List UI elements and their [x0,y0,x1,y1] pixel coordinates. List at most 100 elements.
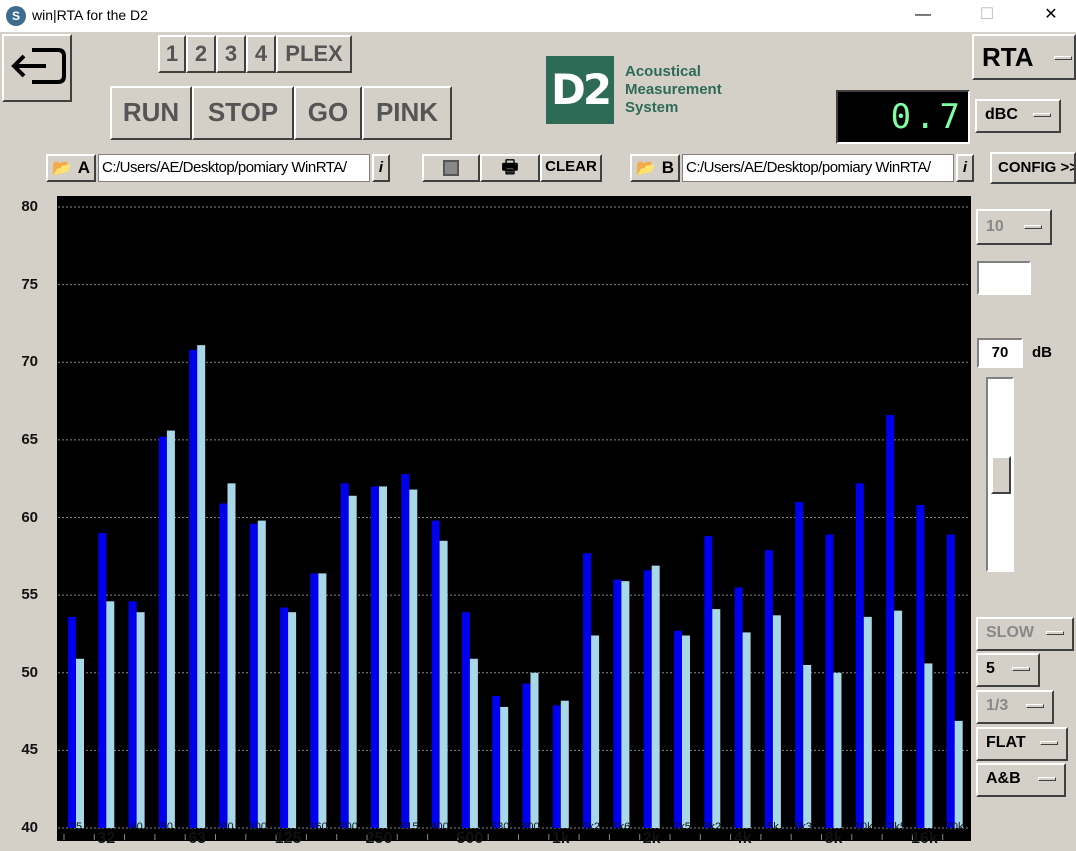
weighting-label: dBC [985,106,1018,123]
logo-line-1: Acoustical [625,63,701,80]
bar-b-250 [379,486,387,828]
bar-a-50 [158,436,167,828]
dropdown-icon [1024,225,1042,229]
bar-b-2k [651,565,660,828]
bar-b-1k [560,700,569,828]
speed-select[interactable]: SLOW [976,617,1074,651]
ref-level-input[interactable]: 70 [977,338,1023,368]
bar-b-200 [348,495,357,828]
bar-b-63 [197,345,206,828]
level-readout: 0.7 [836,90,970,144]
ref-level-unit: dB [1032,344,1052,361]
plex-button[interactable]: PLEX [276,35,352,73]
bar-b-3k2 [712,609,721,828]
bar-b-16k [924,663,933,828]
bar-b-1k6 [621,581,630,828]
bar-b-315 [409,489,418,828]
page-2-button[interactable]: 2 [186,35,216,73]
stop-button[interactable]: STOP [192,86,294,140]
bar-a-125 [280,607,289,828]
file-b-path[interactable]: C:/Users/AE/Desktop/pomiary WinRTA/ [682,154,954,182]
maximize-button[interactable]: ☐ [964,0,1010,32]
print-button[interactable]: 🖶 [480,154,540,182]
exit-button[interactable] [2,34,72,102]
title-bar: S win|RTA for the D2 — ☐ ✕ [0,0,1076,32]
range-label: 10 [986,218,1004,235]
page-4-button[interactable]: 4 [246,35,276,73]
bar-b-500 [469,658,478,828]
bar-a-1k6 [613,579,622,828]
average-select[interactable]: 5 [976,653,1040,687]
bar-b-400 [439,540,448,828]
minimize-button[interactable]: — [900,0,946,32]
y-tick-label: 60 [21,508,38,526]
weighting-select[interactable]: dBC [975,99,1061,133]
bar-a-63 [189,349,198,828]
bar-a-630 [492,696,501,828]
run-button[interactable]: RUN [110,86,192,140]
open-file-a-button[interactable]: 📂 A [46,154,96,182]
file-a-label: A [77,158,90,177]
display-select[interactable]: A&B [976,763,1066,797]
page-1-button[interactable]: 1 [158,35,186,73]
weighting-filter-label: FLAT [986,734,1026,751]
bar-a-80 [219,503,228,828]
bar-b-4k [742,632,751,828]
bar-a-400 [431,520,440,828]
dropdown-icon [1033,113,1051,117]
bar-b-2k5 [682,635,690,828]
file-a-info-button[interactable]: i [372,154,390,182]
bar-a-1k [552,705,561,828]
dropdown-icon [1040,741,1058,745]
bar-a-4k [734,587,743,828]
display-label: A&B [986,770,1021,787]
mode-select[interactable]: RTA [972,34,1076,80]
dropdown-icon [1026,704,1044,708]
bar-b-25 [76,658,84,828]
file-b-info-button[interactable]: i [956,154,974,182]
bar-b-630 [500,706,509,828]
range-value-box[interactable] [977,261,1031,295]
ref-level-slider-thumb[interactable] [991,456,1011,494]
bar-b-50 [166,430,175,828]
speed-label: SLOW [986,624,1034,641]
file-a-path[interactable]: C:/Users/AE/Desktop/pomiary WinRTA/ [98,154,370,182]
dropdown-icon [1012,667,1030,671]
rta-chart [57,196,974,841]
folder-icon: 📂 [636,160,656,177]
clear-button[interactable]: CLEAR [540,154,602,182]
print-icon: 🖶 [501,157,519,177]
bar-a-250 [371,486,379,828]
y-tick-label: 70 [21,353,38,371]
bar-a-200 [340,483,349,828]
bar-b-8k [833,672,842,828]
average-label: 5 [986,660,995,677]
bar-a-160 [310,573,319,828]
bar-a-10k [855,483,864,828]
mode-label: RTA [982,42,1034,72]
save-button[interactable] [422,154,480,182]
bar-a-2k5 [674,630,682,828]
y-tick-label: 65 [21,430,38,448]
bar-a-5k [764,550,773,828]
bar-a-16k [916,505,925,828]
dropdown-icon [1046,631,1064,635]
logo-line-3: System [625,99,679,116]
bar-b-12k5 [894,610,903,828]
config-button[interactable]: CONFIG >> [990,152,1076,184]
bar-b-5k [772,615,781,828]
bar-a-25 [68,616,76,828]
go-button[interactable]: GO [294,86,362,140]
resolution-select[interactable]: 1/3 [976,690,1054,724]
page-3-button[interactable]: 3 [216,35,246,73]
bar-a-8k [825,534,834,828]
pink-button[interactable]: PINK [362,86,452,140]
weighting-filter-select[interactable]: FLAT [976,727,1068,761]
open-file-b-button[interactable]: 📂 B [630,154,680,182]
close-button[interactable]: ✕ [1028,0,1074,32]
y-tick-label: 75 [21,275,38,293]
bar-a-2k [643,570,652,828]
range-select[interactable]: 10 [976,209,1052,245]
app-icon: S [6,6,26,26]
bar-b-40 [136,612,145,828]
